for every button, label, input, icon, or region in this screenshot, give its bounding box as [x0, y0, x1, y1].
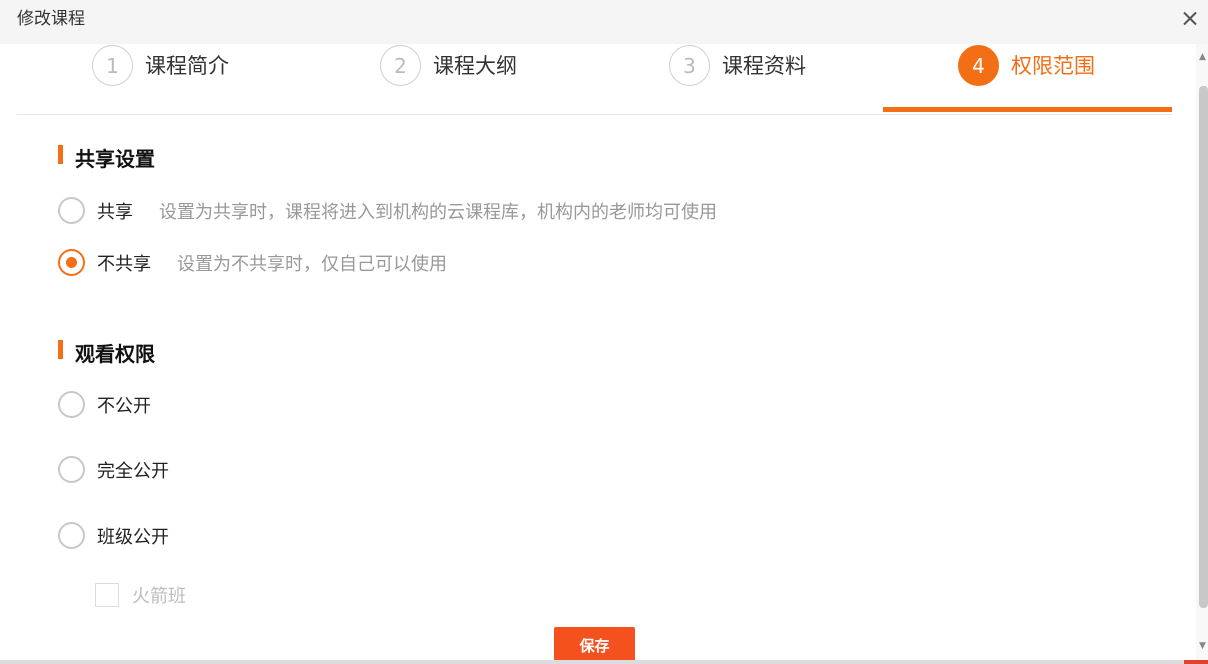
step-label: 课程简介	[145, 54, 229, 78]
radio-label: 不共享	[97, 253, 151, 275]
section-title-text: 共享设置	[75, 147, 155, 171]
scrollbar-thumb[interactable]	[1199, 86, 1208, 608]
share-settings-title: 共享设置	[58, 143, 155, 172]
scroll-down-arrow-icon[interactable]: ▼	[1199, 641, 1206, 651]
bottom-corner-accent	[1184, 660, 1208, 664]
section-title-text: 观看权限	[75, 342, 155, 366]
radio-description: 设置为共享时，课程将进入到机构的云课程库，机构内的老师均可使用	[159, 201, 717, 223]
radio-button[interactable]	[58, 456, 85, 483]
step-label: 课程资料	[722, 54, 806, 78]
dialog-title: 修改课程	[17, 9, 85, 29]
checkbox[interactable]	[95, 583, 119, 607]
radio-label: 完全公开	[97, 460, 169, 482]
step-label: 课程大纲	[433, 54, 517, 78]
radio-share[interactable]: 共享 设置为共享时，课程将进入到机构的云课程库，机构内的老师均可使用	[58, 197, 717, 224]
step-number: 2	[380, 45, 421, 86]
section-marker	[58, 340, 63, 359]
view-permission-title: 观看权限	[58, 338, 155, 367]
active-step-indicator	[883, 107, 1172, 112]
step-label: 权限范围	[1011, 54, 1095, 78]
checkbox-label: 火箭班	[132, 586, 186, 607]
radio-button[interactable]	[58, 197, 85, 224]
section-marker	[58, 145, 63, 164]
radio-button[interactable]	[58, 522, 85, 549]
scroll-up-arrow-icon[interactable]: ▲	[1199, 52, 1206, 62]
step-number: 3	[669, 45, 710, 86]
step-number: 4	[958, 45, 999, 86]
radio-label: 班级公开	[97, 526, 169, 548]
radio-fully-public[interactable]: 完全公开	[58, 456, 169, 483]
radio-private[interactable]: 不公开	[58, 391, 151, 418]
radio-button[interactable]	[58, 391, 85, 418]
class-checkbox-rocket[interactable]: 火箭班	[95, 582, 186, 608]
dialog-titlebar: 修改课程	[0, 0, 1208, 44]
radio-button-checked[interactable]	[58, 249, 85, 276]
radio-label: 不公开	[97, 395, 151, 417]
close-icon[interactable]	[1176, 4, 1204, 32]
save-button[interactable]: 保存	[554, 627, 635, 664]
step-navigation: 1 课程简介 2 课程大纲 3 课程资料 4 权限范围	[17, 44, 1172, 115]
radio-no-share[interactable]: 不共享 设置为不共享时，仅自己可以使用	[58, 249, 447, 276]
step-number: 1	[92, 45, 133, 86]
bottom-border	[0, 660, 1208, 664]
radio-description: 设置为不共享时，仅自己可以使用	[177, 253, 447, 275]
radio-label: 共享	[97, 201, 133, 223]
radio-class-public[interactable]: 班级公开	[58, 522, 169, 549]
